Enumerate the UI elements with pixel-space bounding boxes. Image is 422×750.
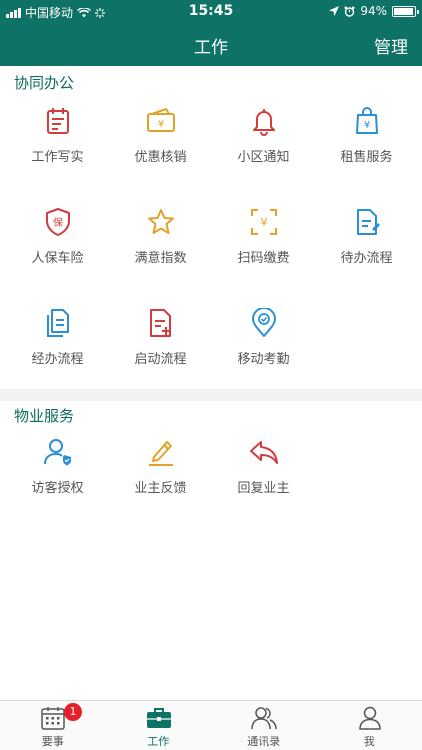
tab-label: 工作 — [147, 735, 170, 748]
reply-icon — [249, 437, 279, 467]
grid-item-visitor-auth[interactable]: 访客授权 — [5, 437, 110, 537]
tab-label: 通讯录 — [247, 735, 281, 748]
battery-icon — [392, 5, 419, 17]
section-title-property: 物业服务 — [14, 407, 75, 425]
status-bar: 中国移动 15:45 94% — [0, 0, 422, 22]
tab-me[interactable]: 我 — [317, 701, 422, 750]
svg-text:¥: ¥ — [364, 120, 370, 131]
grid-item-owner-feedback[interactable]: 业主反馈 — [108, 437, 213, 537]
grid-item-work-log[interactable]: 工作写实 — [5, 106, 110, 206]
tab-important[interactable]: 1 要事 — [0, 701, 106, 750]
section-divider — [0, 389, 422, 401]
grid-item-label: 经办流程 — [31, 352, 84, 367]
documents-icon — [43, 308, 73, 338]
tab-label: 要事 — [41, 735, 64, 748]
pencil-icon — [146, 437, 176, 467]
location-arrow-icon — [329, 6, 340, 16]
grid-item-label: 访客授权 — [31, 481, 84, 496]
briefcase-icon — [146, 706, 172, 730]
coupon-icon: ¥ — [146, 106, 176, 136]
grid-item-satisfaction[interactable]: 满意指数 — [108, 207, 213, 307]
grid-item-todo-process[interactable]: 待办流程 — [314, 207, 419, 307]
alarm-icon — [344, 6, 355, 17]
grid-item-rent-sale[interactable]: ¥ 租售服务 — [314, 106, 419, 206]
section-title-collab: 协同办公 — [14, 74, 75, 92]
star-icon — [146, 207, 176, 237]
battery-fill — [394, 7, 413, 15]
grid-item-label: 启动流程 — [134, 352, 187, 367]
contacts-icon — [251, 706, 277, 730]
grid-item-label: 业主反馈 — [134, 481, 187, 496]
bell-icon — [249, 106, 279, 136]
manage-button[interactable]: 管理 — [374, 33, 408, 58]
calendar-icon — [40, 706, 66, 730]
svg-text:¥: ¥ — [261, 216, 268, 229]
grid-item-coupon[interactable]: ¥ 优惠核销 — [108, 106, 213, 206]
document-add-icon — [146, 308, 176, 338]
tab-contacts[interactable]: 通讯录 — [211, 701, 317, 750]
insurance-shield-icon: 保 — [43, 207, 73, 237]
notepad-icon — [43, 106, 73, 136]
tab-label: 我 — [363, 735, 375, 748]
grid-item-label: 工作写实 — [31, 150, 84, 165]
svg-text:¥: ¥ — [158, 119, 164, 130]
grid-item-label: 回复业主 — [237, 481, 290, 496]
grid-item-label: 满意指数 — [134, 251, 187, 266]
grid-item-label: 人保车险 — [31, 251, 84, 266]
grid-item-label: 小区通知 — [237, 150, 290, 165]
grid-item-reply-owner[interactable]: 回复业主 — [211, 437, 316, 537]
battery-percent: 94% — [360, 4, 387, 18]
tab-work[interactable]: 工作 — [106, 701, 212, 750]
grid-item-label: 扫码缴费 — [237, 251, 290, 266]
grid-item-label: 租售服务 — [340, 150, 393, 165]
tab-bar: 1 要事 工作 通讯录 我 — [0, 700, 422, 750]
page-title: 工作 — [194, 38, 228, 58]
grid-item-label: 优惠核销 — [134, 150, 187, 165]
svg-text:保: 保 — [53, 216, 63, 229]
notification-badge: 1 — [64, 703, 82, 721]
status-right: 94% — [329, 4, 419, 18]
shopping-bag-icon: ¥ — [352, 106, 382, 136]
nav-bar: 工作 管理 — [0, 22, 422, 66]
location-check-icon — [249, 307, 279, 338]
scan-pay-icon: ¥ — [249, 207, 279, 237]
grid-item-notice[interactable]: 小区通知 — [211, 106, 316, 206]
document-edit-icon — [352, 207, 382, 237]
grid-item-car-insurance[interactable]: 保 人保车险 — [5, 207, 110, 307]
person-icon — [357, 706, 383, 730]
grid-item-label: 待办流程 — [340, 251, 393, 266]
grid-item-scan-pay[interactable]: ¥ 扫码缴费 — [211, 207, 316, 307]
visitor-auth-icon — [43, 437, 73, 467]
grid-item-label: 移动考勤 — [237, 352, 290, 367]
